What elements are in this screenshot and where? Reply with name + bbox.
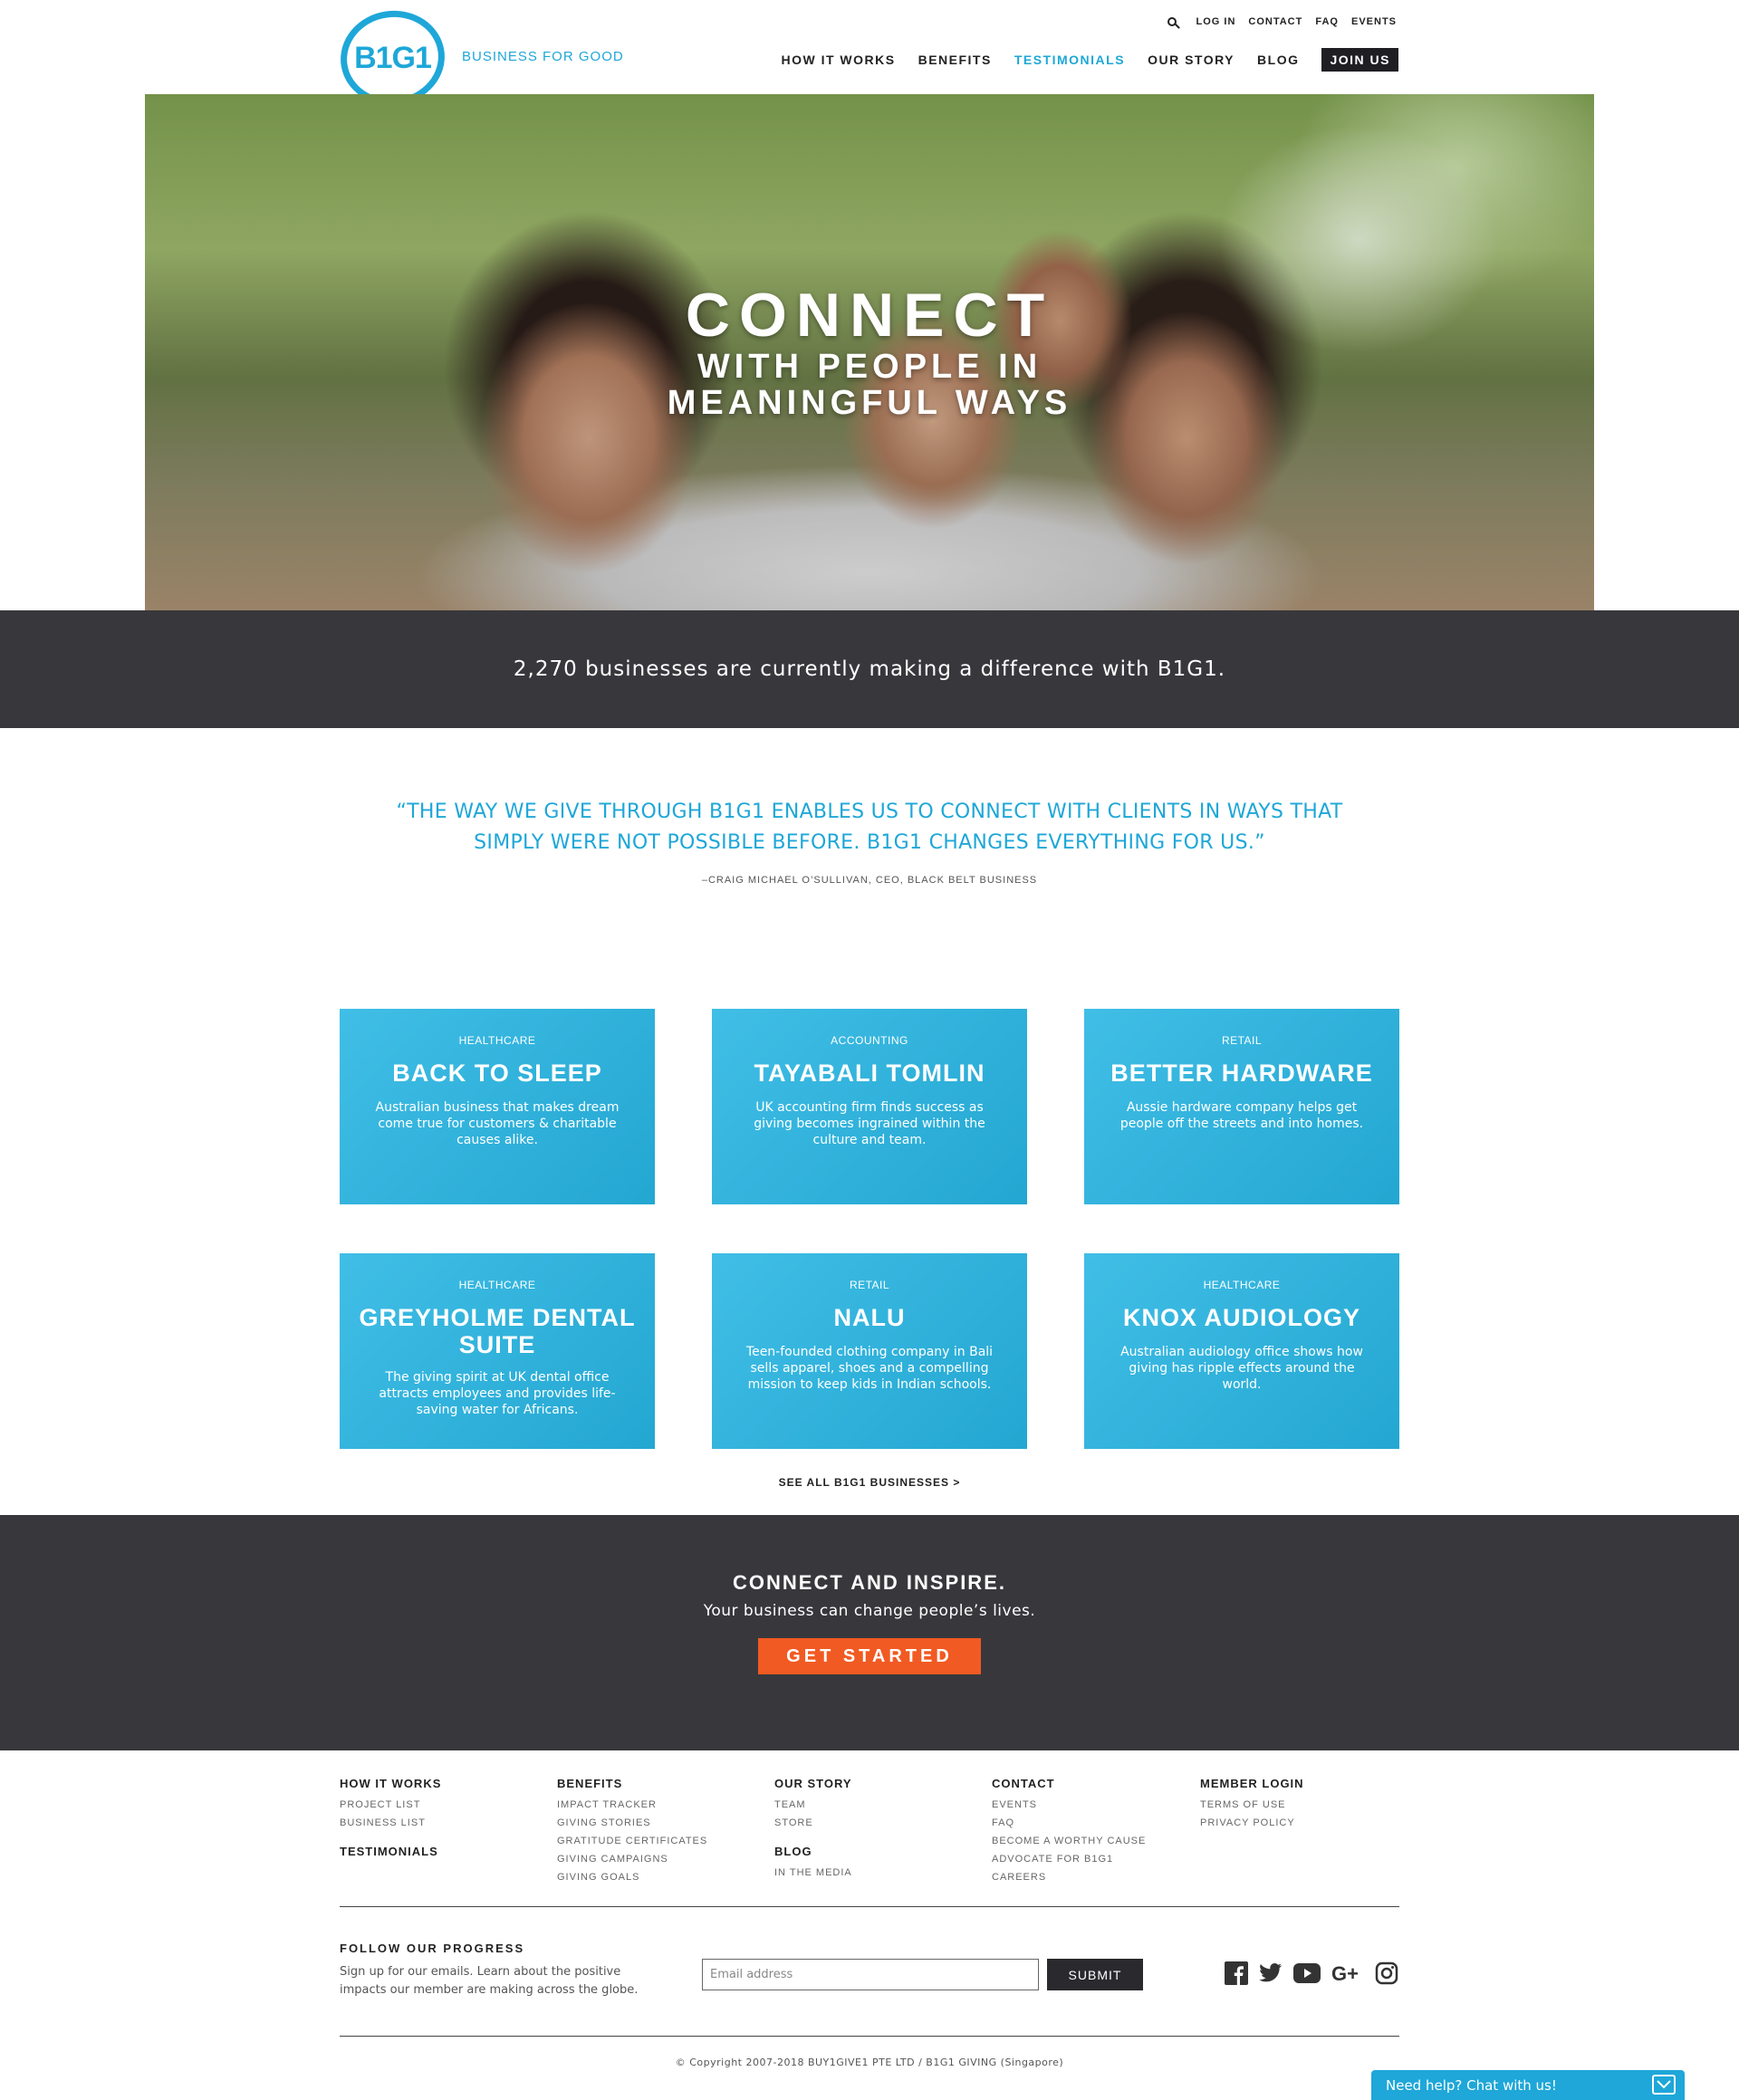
util-events-link[interactable]: EVENTS <box>1351 16 1397 27</box>
card-description: Aussie hardware company helps get people… <box>1119 1100 1364 1131</box>
cta-subtitle: Your business can change people’s lives. <box>703 1602 1036 1620</box>
nav-benefits[interactable]: BENEFITS <box>918 53 992 67</box>
footer-col-how-it-works: HOW IT WORKS PROJECT LIST BUSINESS LIST … <box>340 1777 441 1864</box>
card-title: NALU <box>833 1304 906 1331</box>
footer-link[interactable]: GIVING CAMPAIGNS <box>557 1850 707 1868</box>
footer-col-member-login: MEMBER LOGIN TERMS OF USE PRIVACY POLICY <box>1200 1777 1304 1832</box>
card-title: TAYABALI TOMLIN <box>754 1060 985 1087</box>
footer-link[interactable]: FAQ <box>992 1814 1146 1832</box>
footer-heading[interactable]: CONTACT <box>992 1777 1146 1790</box>
footer-heading[interactable]: BLOG <box>774 1845 852 1858</box>
footer-link[interactable]: STORE <box>774 1814 852 1832</box>
logo-text: B1G1 <box>354 40 431 75</box>
business-count-text: 2,270 businesses are currently making a … <box>513 657 1226 681</box>
nav-how-it-works[interactable]: HOW IT WORKS <box>781 53 895 67</box>
card-description: UK accounting firm finds success as givi… <box>754 1100 985 1147</box>
card-title: BACK TO SLEEP <box>392 1060 602 1087</box>
card-tayabali-tomlin[interactable]: ACCOUNTING TAYABALI TOMLIN UK accounting… <box>712 1009 1027 1204</box>
footer-heading[interactable]: OUR STORY <box>774 1777 852 1790</box>
card-description: Teen-founded clothing company in Bali se… <box>745 1345 994 1392</box>
logo-tagline: BUSINESS FOR GOOD <box>462 49 624 64</box>
footer-link[interactable]: GIVING STORIES <box>557 1814 707 1832</box>
footer-col-our-story: OUR STORY TEAM STORE BLOG IN THE MEDIA <box>774 1777 852 1882</box>
util-faq-link[interactable]: FAQ <box>1315 16 1339 27</box>
stats-bar: 2,270 businesses are currently making a … <box>0 610 1739 728</box>
nav-our-story[interactable]: OUR STORY <box>1148 53 1235 67</box>
hero-subline-1: WITH PEOPLE IN <box>697 348 1042 386</box>
utility-nav: LOG IN CONTACT FAQ EVENTS <box>1167 16 1398 27</box>
card-description: The giving spirit at UK dental office at… <box>379 1370 616 1417</box>
util-login-link[interactable]: LOG IN <box>1196 16 1236 27</box>
card-title: BETTER HARDWARE <box>1110 1060 1373 1087</box>
card-category: HEALTHCARE <box>458 1279 536 1291</box>
card-title: GREYHOLME DENTAL SUITE <box>359 1304 636 1358</box>
footer-link[interactable]: EVENTS <box>992 1796 1146 1814</box>
quote-attribution: –CRAIG MICHAEL O’SULLIVAN, CEO, BLACK BE… <box>701 875 1038 886</box>
youtube-icon[interactable] <box>1293 1963 1321 1983</box>
facebook-icon[interactable] <box>1225 1961 1248 1985</box>
cta-title: CONNECT AND INSPIRE. <box>733 1571 1006 1594</box>
footer-heading[interactable]: TESTIMONIALS <box>340 1845 441 1858</box>
social-links: G+ <box>1225 1961 1398 1985</box>
card-back-to-sleep[interactable]: HEALTHCARE BACK TO SLEEP Australian busi… <box>340 1009 655 1204</box>
testimonial-quote: “THE WAY WE GIVE THROUGH B1G1 ENABLES US… <box>396 801 1343 854</box>
instagram-icon[interactable] <box>1375 1961 1398 1985</box>
chevron-down-icon[interactable] <box>1652 2075 1676 2095</box>
nav-blog[interactable]: BLOG <box>1257 53 1299 67</box>
card-title: KNOX AUDIOLOGY <box>1122 1304 1360 1331</box>
email-input[interactable] <box>702 1959 1039 1990</box>
chat-widget[interactable]: Need help? Chat with us! <box>1371 2070 1685 2100</box>
footer-link[interactable]: IMPACT TRACKER <box>557 1796 707 1814</box>
card-category: ACCOUNTING <box>831 1034 908 1047</box>
footer-link[interactable]: TERMS OF USE <box>1200 1796 1304 1814</box>
card-description: Australian business that makes dream com… <box>375 1100 620 1147</box>
footer-link[interactable]: GIVING GOALS <box>557 1868 707 1886</box>
hero-banner: CONNECT WITH PEOPLE IN MEANINGFUL WAYS <box>145 94 1594 610</box>
footer-link[interactable]: GRATITUDE CERTIFICATES <box>557 1832 707 1850</box>
footer-link[interactable]: PROJECT LIST <box>340 1796 441 1814</box>
chat-label: Need help? Chat with us! <box>1386 2076 1557 2094</box>
join-us-button[interactable]: JOIN US <box>1321 48 1398 72</box>
footer-link[interactable]: ADVOCATE FOR B1G1 <box>992 1850 1146 1868</box>
follow-progress-description: Sign up for our emails. Learn about the … <box>340 1965 639 1997</box>
footer-link[interactable]: IN THE MEDIA <box>774 1864 852 1882</box>
see-all-businesses-link[interactable]: SEE ALL B1G1 BUSINESSES > <box>0 1476 1739 1489</box>
footer-link[interactable]: TEAM <box>774 1796 852 1814</box>
main-nav: HOW IT WORKS BENEFITS TESTIMONIALS OUR S… <box>781 48 1398 72</box>
footer-link[interactable]: BUSINESS LIST <box>340 1814 441 1832</box>
copyright-text: © Copyright 2007-2018 BUY1GIVE1 PTE LTD … <box>675 2057 1064 2068</box>
util-contact-link[interactable]: CONTACT <box>1248 16 1302 27</box>
card-nalu[interactable]: RETAIL NALU Teen-founded clothing compan… <box>712 1253 1027 1449</box>
svg-text:G+: G+ <box>1331 1962 1359 1984</box>
footer-link[interactable]: CAREERS <box>992 1868 1146 1886</box>
footer-col-benefits: BENEFITS IMPACT TRACKER GIVING STORIES G… <box>557 1777 707 1886</box>
card-category: RETAIL <box>849 1279 890 1291</box>
footer-link[interactable]: PRIVACY POLICY <box>1200 1814 1304 1832</box>
nav-testimonials[interactable]: TESTIMONIALS <box>1014 53 1125 67</box>
card-greyholme-dental[interactable]: HEALTHCARE GREYHOLME DENTAL SUITE The gi… <box>340 1253 655 1449</box>
card-better-hardware[interactable]: RETAIL BETTER HARDWARE Aussie hardware c… <box>1084 1009 1399 1204</box>
footer-link[interactable]: BECOME A WORTHY CAUSE <box>992 1832 1146 1850</box>
card-category: HEALTHCARE <box>458 1034 536 1047</box>
card-category: HEALTHCARE <box>1203 1279 1281 1291</box>
card-category: RETAIL <box>1221 1034 1263 1047</box>
hero-subline-2: MEANINGFUL WAYS <box>667 384 1072 422</box>
footer-heading[interactable]: MEMBER LOGIN <box>1200 1777 1304 1790</box>
card-knox-audiology[interactable]: HEALTHCARE KNOX AUDIOLOGY Australian aud… <box>1084 1253 1399 1449</box>
google-plus-icon[interactable]: G+ <box>1331 1962 1364 1984</box>
search-icon[interactable] <box>1167 17 1177 26</box>
site-header: B1G1 BUSINESS FOR GOOD LOG IN CONTACT FA… <box>0 0 1739 112</box>
twitter-icon[interactable] <box>1259 1962 1283 1984</box>
footer-divider-bottom <box>340 2036 1399 2037</box>
submit-button[interactable]: SUBMIT <box>1047 1959 1143 1990</box>
cta-section: CONNECT AND INSPIRE. Your business can c… <box>0 1515 1739 1750</box>
footer-col-contact: CONTACT EVENTS FAQ BECOME A WORTHY CAUSE… <box>992 1777 1146 1886</box>
card-description: Australian audiology office shows how gi… <box>1120 1345 1363 1392</box>
follow-progress-title: FOLLOW OUR PROGRESS <box>340 1942 525 1955</box>
footer-heading[interactable]: HOW IT WORKS <box>340 1777 441 1790</box>
hero-headline: CONNECT <box>685 281 1054 350</box>
get-started-button[interactable]: GET STARTED <box>758 1638 981 1674</box>
footer-divider <box>340 1906 1399 1907</box>
footer-heading[interactable]: BENEFITS <box>557 1777 707 1790</box>
